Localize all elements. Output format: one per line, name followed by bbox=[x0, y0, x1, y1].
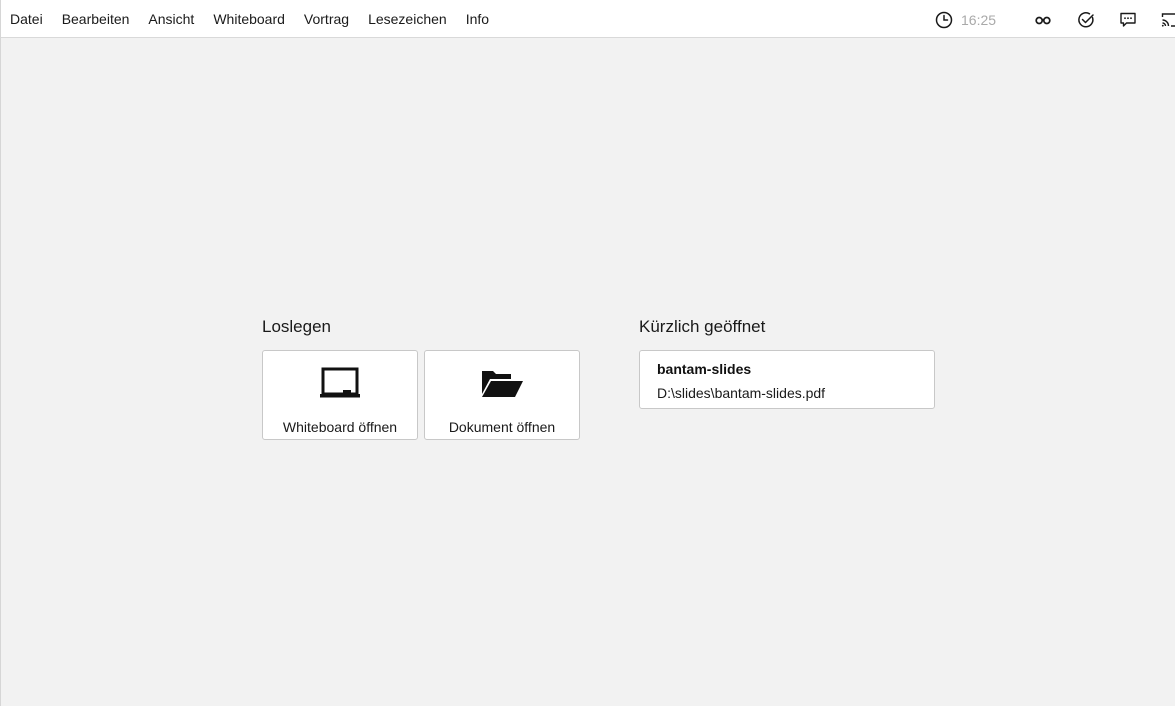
start-section-title: Loslegen bbox=[262, 317, 332, 336]
open-document-button[interactable]: Dokument öffnen bbox=[424, 350, 580, 440]
recent-section-title: Kürzlich geöffnet bbox=[639, 317, 766, 336]
glasses-button[interactable] bbox=[1035, 10, 1051, 30]
menu-items: Datei Bearbeiten Ansicht Whiteboard Vort… bbox=[10, 0, 508, 38]
speech-bubble-icon bbox=[1120, 12, 1136, 27]
clock-time: 16:25 bbox=[961, 12, 997, 28]
recent-item-name: bantam-slides bbox=[657, 361, 752, 377]
recent-item-path: D:\slides\bantam-slides.pdf bbox=[657, 385, 826, 401]
menu-datei[interactable]: Datei bbox=[10, 11, 43, 27]
app-window: Datei Bearbeiten Ansicht Whiteboard Vort… bbox=[0, 0, 1175, 706]
whiteboard-icon bbox=[320, 367, 360, 398]
folder-icon-wrap bbox=[425, 366, 579, 400]
open-whiteboard-label: Whiteboard öffnen bbox=[282, 419, 398, 435]
menu-info[interactable]: Info bbox=[466, 11, 489, 27]
folder-open-icon bbox=[482, 371, 523, 397]
clock-icon bbox=[935, 11, 953, 29]
check-button[interactable] bbox=[1077, 10, 1095, 30]
menu-whiteboard[interactable]: Whiteboard bbox=[213, 11, 285, 27]
recent-item[interactable]: bantam-slides D:\slides\bantam-slides.pd… bbox=[639, 350, 935, 409]
open-whiteboard-button[interactable]: Whiteboard öffnen bbox=[262, 350, 418, 440]
open-document-label: Dokument öffnen bbox=[448, 419, 556, 435]
cast-button[interactable] bbox=[1161, 10, 1175, 30]
menu-bar: Datei Bearbeiten Ansicht Whiteboard Vort… bbox=[1, 0, 1175, 38]
start-page: Loslegen Whiteboard öffnen Dokument öffn… bbox=[1, 38, 1175, 706]
menu-lesezeichen[interactable]: Lesezeichen bbox=[368, 11, 447, 27]
check-circle-icon bbox=[1078, 12, 1094, 28]
menu-bearbeiten[interactable]: Bearbeiten bbox=[62, 11, 130, 27]
toolbar-right: 16:25 bbox=[935, 0, 1175, 38]
menu-ansicht[interactable]: Ansicht bbox=[148, 11, 194, 27]
glasses-icon bbox=[1035, 16, 1051, 25]
chat-button[interactable] bbox=[1119, 10, 1137, 30]
cast-icon bbox=[1161, 13, 1175, 27]
menu-vortrag[interactable]: Vortrag bbox=[304, 11, 349, 27]
whiteboard-icon-wrap bbox=[263, 366, 417, 400]
clock-button[interactable]: 16:25 bbox=[935, 10, 996, 30]
